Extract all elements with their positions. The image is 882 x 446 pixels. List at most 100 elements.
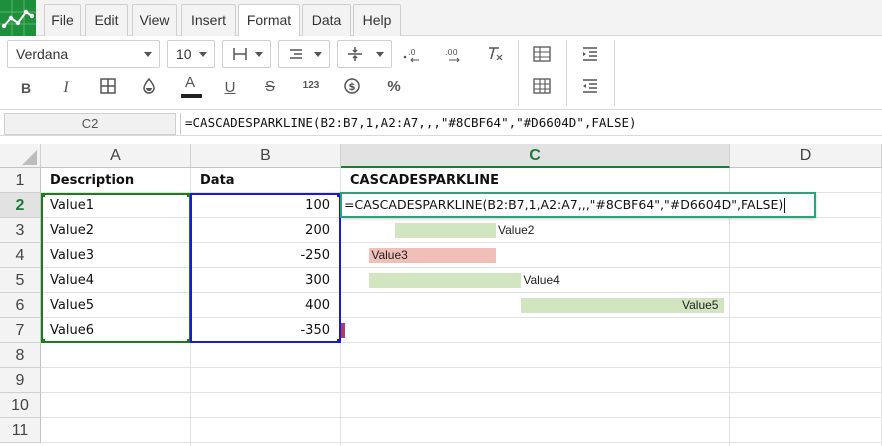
cell-a1[interactable]: Description — [41, 168, 190, 193]
borders-button[interactable] — [94, 72, 122, 100]
table-icon — [533, 46, 551, 62]
row-header-8[interactable]: 8 — [0, 343, 41, 368]
range-handle[interactable] — [41, 193, 45, 197]
column-header-a[interactable]: A — [41, 144, 191, 168]
name-box[interactable]: C2 — [4, 113, 176, 135]
menu-format[interactable]: Format — [238, 4, 300, 37]
currency-icon: $ — [344, 78, 360, 94]
font-family-dropdown[interactable]: Verdana — [7, 40, 160, 68]
chevron-down-icon — [199, 52, 207, 57]
range-handle[interactable] — [337, 339, 341, 343]
menu-view[interactable]: View — [132, 4, 177, 36]
horizontal-align-dropdown[interactable] — [278, 40, 330, 68]
menu-help[interactable]: Help — [353, 4, 401, 36]
ribbon-separator — [614, 40, 615, 106]
clear-format-icon — [489, 47, 503, 61]
fill-color-icon — [143, 77, 155, 94]
sparkline-bar — [369, 273, 522, 288]
chevron-down-icon — [255, 52, 263, 57]
sparkline-label: Value5 — [682, 298, 719, 312]
currency-symbol: $ — [349, 82, 356, 93]
row-header-1[interactable]: 1 — [0, 168, 41, 193]
menu-file[interactable]: File — [44, 4, 81, 36]
cell-editor-c2[interactable]: =CASCADESPARKLINE(B2:B7,1,A2:A7,,,"#8CBF… — [340, 192, 816, 218]
table-grid-icon — [533, 78, 551, 94]
strikethrough-button[interactable]: S — [256, 73, 284, 101]
row-header-7[interactable]: 7 — [0, 318, 41, 343]
sparkline-bar — [394, 223, 496, 238]
decrease-indent-button[interactable] — [576, 72, 604, 100]
italic-button[interactable]: I — [52, 74, 80, 102]
grid-line — [41, 417, 882, 418]
bold-button[interactable]: B — [12, 74, 40, 102]
cell-c1[interactable]: CASCADESPARKLINE — [341, 168, 729, 193]
insert-table-button[interactable] — [528, 40, 556, 68]
ribbon-separator — [566, 40, 567, 106]
sparkline-label: Value2 — [498, 223, 535, 237]
range-highlight-b — [190, 193, 341, 343]
format-ribbon: Verdana 10 .0 .00 B I A U S 123 $ % — [0, 36, 882, 110]
borders-dropdown[interactable] — [222, 40, 271, 68]
font-family-value: Verdana — [16, 46, 69, 62]
row-header-4[interactable]: 4 — [0, 243, 41, 268]
chevron-down-icon — [144, 52, 152, 57]
row-header-9[interactable]: 9 — [0, 368, 41, 393]
menu-edit[interactable]: Edit — [85, 4, 128, 36]
row-header-3[interactable]: 3 — [0, 218, 41, 243]
grid-line — [41, 392, 882, 393]
text-color-swatch — [181, 94, 202, 98]
align-right-icon — [290, 49, 302, 59]
menu-insert[interactable]: Insert — [181, 4, 236, 36]
underline-button[interactable]: U — [216, 74, 244, 102]
select-all-corner[interactable] — [0, 144, 41, 168]
svg-text:.0: .0 — [408, 48, 416, 57]
font-size-dropdown[interactable]: 10 — [167, 40, 215, 68]
column-header-b[interactable]: B — [191, 144, 341, 168]
spreadsheet-grid: A B C D 1 2 3 4 5 6 7 8 9 10 11 Descript… — [0, 144, 882, 446]
sparkline-logo-icon — [0, 0, 36, 36]
svg-text:.00: .00 — [445, 48, 458, 57]
range-highlight-a — [41, 193, 191, 343]
grid-line — [41, 367, 882, 368]
decrease-decimal-button[interactable]: .0 — [398, 40, 426, 68]
formula-input[interactable]: =CASCADESPARKLINE(B2:B7,1,A2:A7,,,"#8CBF… — [180, 113, 882, 135]
vertical-align-icon — [348, 47, 362, 61]
percent-format-button[interactable]: % — [380, 73, 408, 101]
fill-color-button[interactable] — [135, 72, 163, 100]
row-header-5[interactable]: 5 — [0, 268, 41, 293]
menu-data[interactable]: Data — [302, 4, 351, 36]
decrease-decimal-icon: .0 — [403, 48, 419, 63]
range-handle[interactable] — [41, 339, 45, 343]
border-icon — [233, 48, 247, 60]
indent-increase-icon — [583, 47, 597, 61]
increase-decimal-icon: .00 — [445, 48, 460, 63]
currency-format-button[interactable]: $ — [338, 72, 366, 100]
column-header-d[interactable]: D — [730, 144, 882, 168]
row-header-10[interactable]: 10 — [0, 393, 41, 418]
clear-format-button[interactable] — [481, 40, 509, 68]
number-format-button[interactable]: 123 — [297, 72, 325, 100]
text-color-button[interactable]: A — [176, 72, 204, 100]
app-logo — [0, 0, 36, 36]
chevron-down-icon — [314, 52, 322, 57]
table-format-button[interactable] — [528, 72, 556, 100]
sparkline-label: Value3 — [371, 248, 408, 262]
font-size-value: 10 — [176, 46, 192, 62]
menu-bar: File Edit View Insert Format Data Help — [0, 0, 882, 37]
indent-decrease-icon — [583, 79, 597, 93]
cell-b1[interactable]: Data — [191, 168, 340, 193]
column-header-c[interactable]: C — [341, 144, 730, 168]
text-caret — [784, 198, 786, 213]
vertical-align-dropdown[interactable] — [337, 40, 392, 68]
increase-decimal-button[interactable]: .00 — [440, 40, 468, 68]
cell-editor-text: =CASCADESPARKLINE(B2:B7,1,A2:A7,,,"#8CBF… — [344, 197, 784, 212]
corner-triangle-icon — [22, 150, 37, 165]
text-color-label: A — [184, 74, 195, 91]
row-header-2[interactable]: 2 — [0, 193, 41, 218]
sparkline-bar — [341, 323, 345, 338]
chevron-down-icon — [376, 52, 384, 57]
row-header-11[interactable]: 11 — [0, 418, 41, 443]
row-header-6[interactable]: 6 — [0, 293, 41, 318]
increase-indent-button[interactable] — [576, 40, 604, 68]
sparkline-label: Value4 — [523, 273, 560, 287]
